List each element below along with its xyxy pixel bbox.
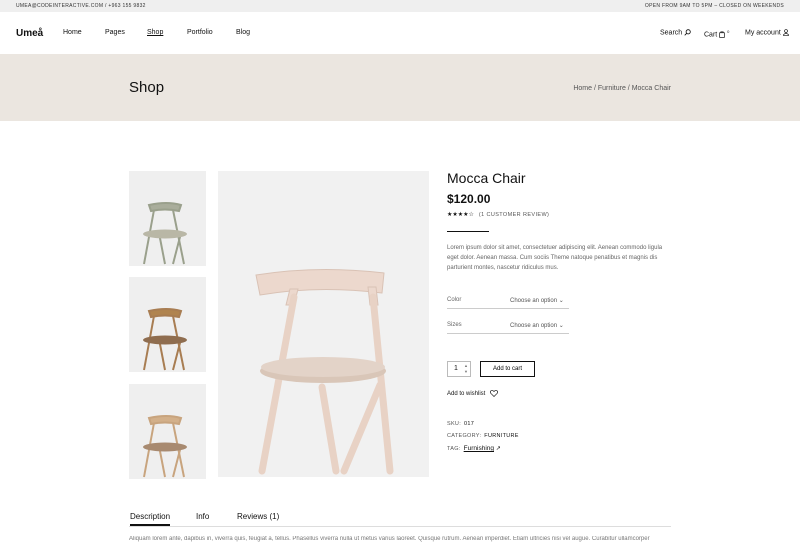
product-thumbnail-wood[interactable] — [129, 277, 206, 372]
color-select-value[interactable]: Choose an option ⌄ — [510, 297, 564, 304]
header: Umeå Home Pages Shop Portfolio Blog Sear… — [0, 12, 800, 54]
cart-icon — [719, 31, 725, 38]
product-tabs: Description Info Reviews (1) — [129, 511, 671, 527]
product-description: Lorem ipsum dolor sit amet, consectetuer… — [447, 245, 663, 271]
search-button[interactable]: Search — [660, 29, 691, 36]
tag-row: TAG: Furnishing ↗ — [447, 445, 501, 452]
tag-label: TAG: — [447, 446, 461, 452]
review-count[interactable]: (1 CUSTOMER REVIEW) — [479, 212, 549, 218]
sku-row: SKU: 017 — [447, 421, 474, 427]
sizes-select[interactable]: Sizes Choose an option ⌄ — [447, 322, 569, 334]
add-to-cart-button[interactable]: Add to cart — [480, 361, 535, 377]
sku-label: SKU: — [447, 421, 462, 427]
product-main-image[interactable] — [218, 171, 429, 477]
account-button[interactable]: My account — [745, 29, 789, 36]
color-label: Color — [447, 297, 462, 303]
nav-home[interactable]: Home — [63, 29, 82, 36]
cart-button[interactable]: Cart 0 — [704, 29, 729, 38]
cart-count: 0 — [727, 29, 730, 34]
chevron-down-icon: ⌄ — [558, 323, 564, 329]
star-rating-icon: ★★★★☆ — [447, 212, 474, 218]
contact-info: UMEA@CODEINTERACTIVE.COM / +963 155 9832 — [16, 3, 146, 9]
wishlist-label: Add to wishlist — [447, 391, 486, 398]
nav-shop[interactable]: Shop — [147, 29, 163, 36]
product-thumbnail-green[interactable] — [129, 171, 206, 266]
tab-reviews[interactable]: Reviews (1) — [237, 512, 279, 521]
page-title-banner: Shop Home / Furniture / Mocca Chair — [0, 54, 800, 121]
category-row: CATEGORY: FURNITURE — [447, 433, 519, 439]
chair-image — [143, 415, 187, 478]
top-bar: UMEA@CODEINTERACTIVE.COM / +963 155 9832… — [0, 0, 800, 12]
breadcrumb-current: Mocca Chair — [631, 85, 671, 92]
opening-hours: OPEN FROM 9AM TO 5PM – CLOSED ON WEEKEND… — [644, 3, 784, 9]
chevron-down-icon: ⌄ — [558, 298, 564, 304]
logo[interactable]: Umeå — [16, 28, 43, 39]
cart-label: Cart — [704, 31, 718, 39]
page-title: Shop — [129, 79, 165, 96]
chair-image — [143, 202, 187, 265]
breadcrumb-home[interactable]: Home — [573, 85, 592, 92]
account-label: My account — [745, 29, 781, 37]
quantity-arrows[interactable]: ▲ ▼ — [463, 363, 469, 375]
tag-link[interactable]: Furnishing — [464, 445, 494, 452]
product-thumbnail-light[interactable] — [129, 384, 206, 479]
quantity-stepper[interactable]: 1 ▲ ▼ — [447, 361, 471, 377]
category-label: CATEGORY: — [447, 433, 482, 439]
sizes-select-value[interactable]: Choose an option ⌄ — [510, 322, 564, 329]
product-title: Mocca Chair — [447, 170, 526, 186]
nav-blog[interactable]: Blog — [236, 29, 250, 36]
chair-image — [255, 268, 394, 475]
tab-description[interactable]: Description — [130, 512, 171, 526]
divider — [447, 231, 489, 232]
add-to-wishlist-link[interactable]: Add to wishlist — [447, 390, 499, 398]
search-icon — [684, 29, 691, 36]
search-label: Search — [660, 29, 683, 37]
sizes-label: Sizes — [447, 322, 462, 328]
nav-portfolio[interactable]: Portfolio — [187, 29, 213, 36]
quantity-value[interactable]: 1 — [454, 365, 458, 372]
tab-info[interactable]: Info — [196, 512, 209, 521]
tab-content: Aliquam lorem ante, dapibus in, viverra … — [129, 536, 650, 542]
breadcrumb: Home / Furniture / Mocca Chair — [573, 85, 671, 92]
heart-icon — [489, 390, 499, 397]
chair-image — [143, 308, 187, 371]
breadcrumb-furniture[interactable]: Furniture — [598, 85, 626, 92]
nav-pages[interactable]: Pages — [105, 29, 125, 36]
product-rating: ★★★★☆ (1 CUSTOMER REVIEW) — [447, 211, 549, 218]
product-price: $120.00 — [447, 192, 491, 206]
category-link[interactable]: FURNITURE — [484, 433, 518, 439]
sku-value: 017 — [464, 421, 475, 427]
chevron-down-icon[interactable]: ▼ — [463, 369, 469, 375]
user-icon — [783, 29, 789, 37]
external-link-icon: ↗ — [495, 446, 502, 452]
color-select[interactable]: Color Choose an option ⌄ — [447, 297, 569, 309]
